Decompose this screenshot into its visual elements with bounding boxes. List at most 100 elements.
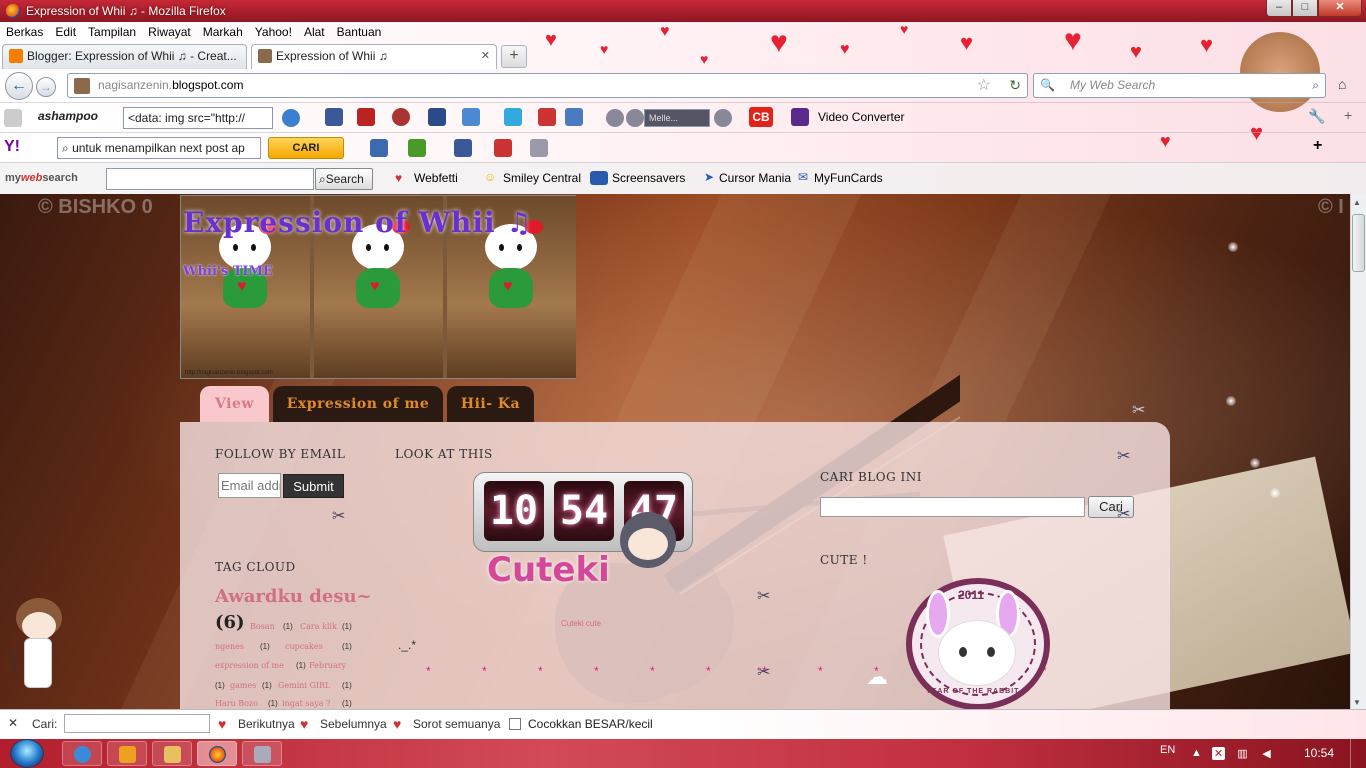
ashampoo-search-field[interactable]: <data: img src="http://	[123, 107, 273, 129]
home-icon[interactable]: ⌂	[1338, 76, 1346, 92]
menu-yahoo[interactable]: Yahoo!	[255, 25, 292, 39]
find-previous-button[interactable]: Sebelumnya	[320, 717, 387, 731]
facebook-icon[interactable]	[454, 139, 472, 157]
search-engine-icon[interactable]: 🔍	[1040, 74, 1055, 97]
add-toolbar-icon[interactable]: +	[1344, 107, 1352, 123]
tab-hii-ka[interactable]: Hii- Ka	[447, 386, 534, 422]
puzzle-icon[interactable]	[408, 139, 426, 157]
show-desktop-button[interactable]	[1350, 739, 1366, 768]
taskbar-clock[interactable]: 10:54	[1304, 746, 1334, 760]
edit-gadget-icon[interactable]: ✂	[1132, 400, 1145, 420]
tag-link[interactable]: February	[309, 661, 346, 670]
cuteki-caption[interactable]: Cuteki cute	[561, 619, 601, 628]
close-find-bar-icon[interactable]: ✕	[8, 716, 18, 730]
menu-alat[interactable]: Alat	[304, 25, 325, 39]
mail-icon[interactable]	[370, 139, 388, 157]
edit-gadget-icon[interactable]: ✂	[1117, 504, 1130, 524]
show-hidden-icons-icon[interactable]: ▲	[1190, 747, 1203, 760]
menu-tampilan[interactable]: Tampilan	[88, 25, 136, 39]
webfetti-link[interactable]: Webfetti	[414, 171, 458, 185]
yahoo-logo[interactable]: Y!	[4, 138, 20, 156]
youtube-icon[interactable]	[538, 108, 556, 126]
menu-edit[interactable]: Edit	[55, 25, 76, 39]
myfuncards-link[interactable]: MyFunCards	[814, 171, 883, 185]
video-converter-link[interactable]: Video Converter	[818, 110, 905, 124]
back-button[interactable]: ←	[5, 72, 33, 100]
site-identity-icon[interactable]	[74, 78, 90, 94]
facebook-icon[interactable]	[325, 108, 343, 126]
yahoo-search-field[interactable]: ⌕ untuk menampilkan next post ap	[57, 137, 261, 159]
taskbar-firefox[interactable]	[197, 741, 237, 766]
menu-bantuan[interactable]: Bantuan	[337, 25, 382, 39]
tag-link[interactable]: ingat saya ?	[282, 699, 330, 708]
close-tab-icon[interactable]: ✕	[481, 45, 490, 68]
blog-search-input[interactable]	[820, 497, 1085, 517]
tag-link[interactable]: Gemini GIRL	[278, 681, 330, 690]
twitter-icon[interactable]	[504, 108, 522, 126]
yahoo-cari-button[interactable]: CARI	[268, 137, 344, 159]
tag-link[interactable]: Haru Bozo	[215, 699, 258, 708]
taskbar-media[interactable]	[107, 741, 147, 766]
tab-expression-of-whii[interactable]: Expression of Whii ♫ ✕	[251, 44, 497, 69]
edit-gadget-icon[interactable]: ✂	[1117, 446, 1130, 466]
scrollbar-thumb[interactable]	[1352, 214, 1365, 272]
match-case-label[interactable]: Cocokkan BESAR/kecil	[528, 717, 653, 731]
menu-berkas[interactable]: Berkas	[6, 25, 43, 39]
cuteki-logo[interactable]: Cuteki	[487, 550, 610, 590]
scroll-down-icon[interactable]: ▼	[1353, 698, 1361, 707]
edit-gadget-icon[interactable]: ✂	[332, 506, 345, 526]
add-icon[interactable]: +	[1313, 137, 1322, 155]
cb-button[interactable]: CB	[749, 107, 773, 127]
taskbar-app[interactable]	[242, 741, 282, 766]
find-next-button[interactable]: Berikutnya	[238, 717, 295, 731]
edit-icon[interactable]	[428, 108, 446, 126]
language-indicator[interactable]: EN	[1160, 744, 1175, 756]
tag-featured[interactable]: Awardku desu~	[215, 586, 372, 607]
blog-header[interactable]: ♥ ♥ ♥ Expression of Whii ♫ Whii's TIME h…	[180, 195, 576, 379]
screensavers-link[interactable]: Screensavers	[612, 171, 685, 185]
forward-button[interactable]: →	[36, 77, 56, 97]
tag-link[interactable]: cupcakes	[285, 642, 323, 651]
tag-link[interactable]: Bosan	[250, 622, 275, 631]
find-input[interactable]	[64, 714, 210, 733]
tab-expression-of-me[interactable]: Expression of me	[273, 386, 443, 422]
media-prev-icon[interactable]	[606, 109, 624, 127]
match-case-checkbox[interactable]	[509, 718, 521, 730]
cursor-mania-link[interactable]: Cursor Mania	[719, 171, 791, 185]
minimize-button[interactable]: –	[1266, 0, 1292, 17]
toolbar-options-icon[interactable]	[4, 109, 22, 127]
new-tab-button[interactable]: +	[501, 45, 527, 68]
blog-title[interactable]: Expression of Whii ♫	[183, 206, 533, 239]
tag-link[interactable]: expression of me	[215, 661, 284, 670]
window-title-bar[interactable]: Expression of Whii ♫ - Mozilla Firefox –…	[0, 0, 1366, 22]
edit-gadget-icon[interactable]: ✂	[757, 586, 770, 606]
submit-button[interactable]: Submit	[283, 474, 344, 498]
network-icon[interactable]: ▥	[1236, 747, 1249, 760]
video-converter-icon[interactable]	[791, 108, 809, 126]
tag-link[interactable]: Cara klik	[300, 622, 337, 631]
start-button[interactable]	[10, 739, 44, 768]
edit-gadget-icon[interactable]: ✂	[757, 662, 770, 682]
controller-icon[interactable]	[462, 108, 480, 126]
volume-icon[interactable]	[714, 109, 732, 127]
media-title[interactable]: Melle...	[644, 109, 710, 127]
mywebsearch-logo[interactable]: mywebsearch	[5, 172, 78, 184]
maximize-button[interactable]: □	[1292, 0, 1318, 17]
menu-markah[interactable]: Markah	[203, 25, 243, 39]
email-field[interactable]: Email address...	[218, 473, 281, 498]
address-bar[interactable]: nagisanzenin.blogspot.com ☆ ↻	[67, 73, 1028, 98]
mywebsearch-search-button[interactable]: ⌕Search	[315, 168, 373, 190]
mywebsearch-field[interactable]	[106, 168, 314, 190]
web-search-field[interactable]: 🔍 My Web Search ⌕	[1033, 73, 1326, 98]
camera-icon[interactable]	[357, 108, 375, 126]
go-arrow-icon[interactable]	[282, 109, 300, 127]
tag-link[interactable]: games	[230, 681, 256, 690]
tag-link[interactable]: ngenes	[215, 642, 244, 651]
wrench-icon[interactable]: 🔧	[1308, 108, 1325, 125]
ashampoo-logo[interactable]: ashampoo	[38, 109, 98, 123]
tab-view[interactable]: View	[200, 386, 269, 422]
scroll-up-icon[interactable]: ▲	[1353, 198, 1361, 207]
taskbar-explorer[interactable]	[152, 741, 192, 766]
highlight-all-button[interactable]: Sorot semuanya	[413, 717, 500, 731]
action-center-icon[interactable]: ✕	[1212, 747, 1225, 760]
